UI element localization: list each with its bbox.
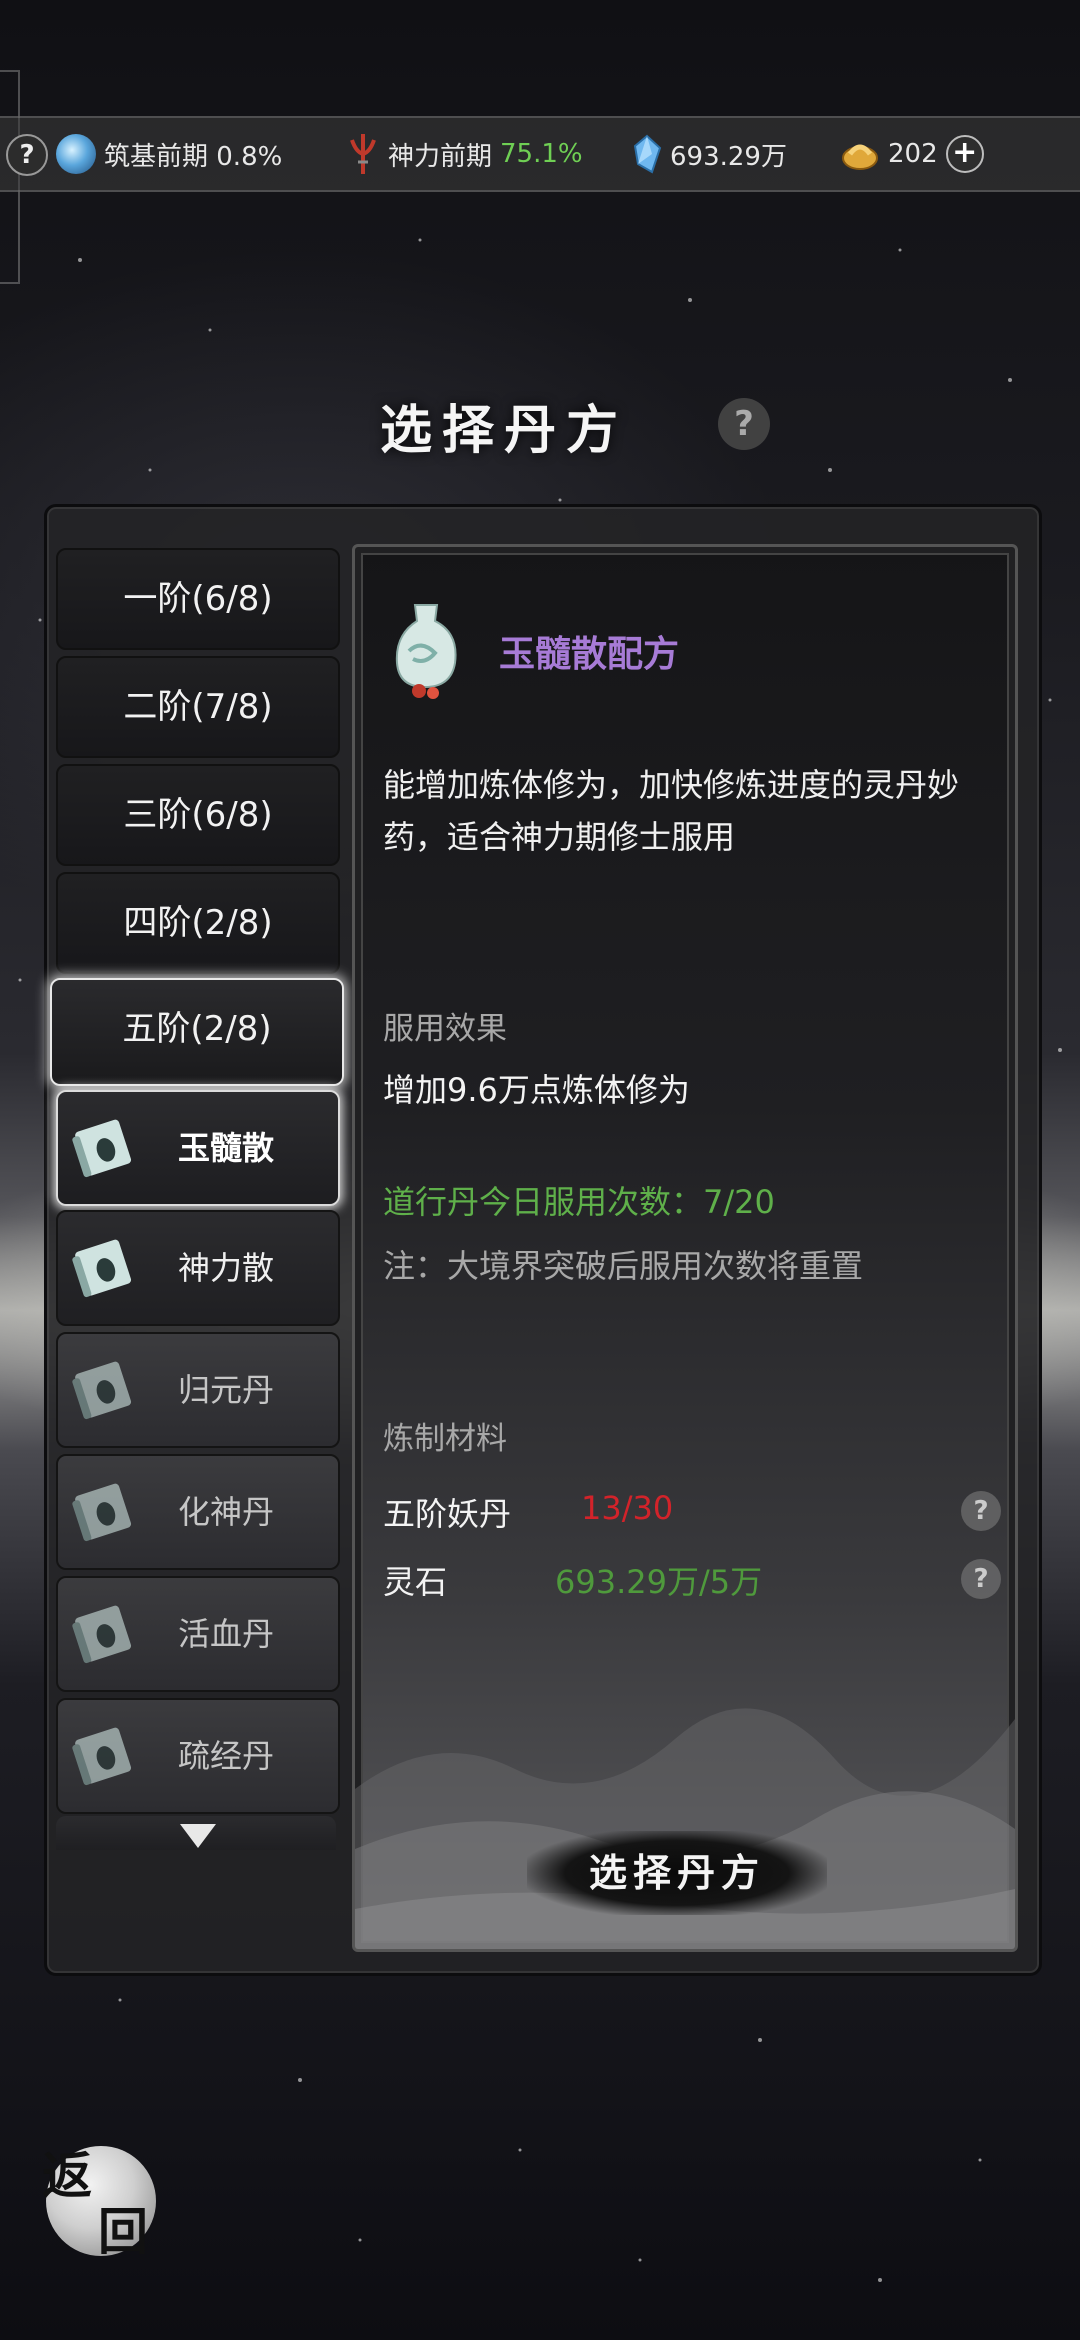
power-label: 神力前期 <box>388 141 493 172</box>
recipe-item-shenlisan[interactable]: 神力散 <box>56 1210 340 1326</box>
recipe-item-shujingdan[interactable]: 疏经丹 <box>56 1698 340 1814</box>
power-status[interactable]: 神力前期 75.1% <box>346 118 583 190</box>
material-amount-lingshi: 693.29万/5万 <box>555 1563 763 1601</box>
daily-use-count: 道行丹今日服用次数：7/20 <box>383 1183 775 1221</box>
recipe-item-huoxuedan[interactable]: 活血丹 <box>56 1576 340 1692</box>
trident-icon <box>350 134 376 174</box>
effect-label: 服用效果 <box>383 1011 507 1047</box>
gold-value: 202 <box>888 139 938 169</box>
back-label-2: 回 <box>98 2202 148 2261</box>
help-icon[interactable]: ? <box>6 134 48 176</box>
gold-count[interactable]: 202 + <box>840 118 984 190</box>
tier-tab-4[interactable]: 四阶(2/8) <box>56 872 340 974</box>
recipe-title: 玉髓散配方 <box>499 634 680 675</box>
recipe-detail-panel: 玉髓散配方 能增加炼体修为，加快修炼进度的灵丹妙药，适合神力期修士服用 服用效果… <box>352 544 1018 1952</box>
material-name-yaodan: 五阶妖丹 <box>383 1495 512 1533</box>
cultivation-status[interactable]: 筑基前期 0.8% <box>56 118 282 190</box>
recipe-item-guiyuandan[interactable]: 归元丹 <box>56 1332 340 1448</box>
effect-text: 增加9.6万点炼体修为 <box>383 1071 690 1109</box>
scroll-icon <box>72 1361 132 1420</box>
elixir-bottle-icon <box>395 604 457 699</box>
recipe-name: 活血丹 <box>178 1615 275 1653</box>
material-name-lingshi: 灵石 <box>383 1563 448 1601</box>
material-help-icon[interactable]: ? <box>961 1491 1001 1531</box>
recipe-description: 能增加炼体修为，加快修炼进度的灵丹妙药，适合神力期修士服用 <box>383 766 960 856</box>
scroll-icon <box>72 1483 132 1542</box>
scroll-icon <box>72 1727 132 1786</box>
back-label-1: 返 <box>42 2146 92 2205</box>
materials-label: 炼制材料 <box>383 1421 507 1457</box>
tier-tab-3[interactable]: 三阶(6/8) <box>56 764 340 866</box>
scroll-down-arrow-icon[interactable] <box>180 1824 216 1848</box>
recipe-name: 化神丹 <box>178 1493 275 1531</box>
select-recipe-button[interactable]: 选择丹方 <box>527 1831 827 1915</box>
scroll-icon <box>72 1119 132 1178</box>
gold-ingot-icon <box>842 144 878 170</box>
material-help-icon[interactable]: ? <box>961 1559 1001 1599</box>
cultivation-text: 筑基前期 0.8% <box>104 141 283 172</box>
recipe-name: 玉髓散 <box>178 1129 275 1167</box>
title-help-icon[interactable]: ? <box>718 398 770 450</box>
tier-tab-5[interactable]: 五阶(2/8) <box>50 978 344 1086</box>
recipe-item-huashendan[interactable]: 化神丹 <box>56 1454 340 1570</box>
reset-note: 注：大境界突破后服用次数将重置 <box>383 1247 864 1285</box>
spirit-stone-count[interactable]: 693.29万 <box>632 118 787 190</box>
scroll-icon <box>72 1605 132 1664</box>
page-title: 选择丹方 <box>380 400 629 461</box>
add-gold-button[interactable]: + <box>945 135 984 173</box>
scroll-icon <box>72 1239 132 1298</box>
spirit-stone-value: 693.29万 <box>670 141 787 172</box>
recipe-item-yusuisan[interactable]: 玉髓散 <box>56 1090 340 1206</box>
tier-tab-2[interactable]: 二阶(7/8) <box>56 656 340 758</box>
back-button[interactable]: 返 回 <box>40 2136 164 2261</box>
spirit-stone-icon <box>633 134 662 174</box>
recipe-name: 神力散 <box>178 1249 275 1287</box>
material-amount-yaodan: 13/30 <box>581 1489 674 1527</box>
qi-orb-icon <box>56 134 96 174</box>
resource-bar: ? 筑基前期 0.8% 神力前期 75.1% 693.29万 202 + <box>0 116 1080 192</box>
power-value: 75.1% <box>500 139 583 169</box>
recipe-name: 归元丹 <box>178 1371 275 1409</box>
tier-tab-1[interactable]: 一阶(6/8) <box>56 548 340 650</box>
recipe-name: 疏经丹 <box>178 1737 275 1775</box>
